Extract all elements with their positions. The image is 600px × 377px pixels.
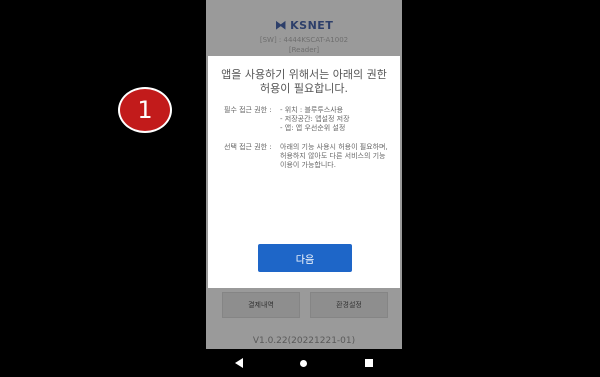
brand-logo-text: KSNET xyxy=(290,18,334,32)
reader-label: [Reader] xyxy=(288,46,320,54)
dialog-title: 앱을 사용하기 위해서는 아래의 권한 허용이 필요합니다. xyxy=(221,68,387,95)
back-icon[interactable] xyxy=(234,358,243,368)
required-permissions-list: - 위치 : 블루투스사용 - 저장공간: 앱설정 저장 - 앱: 앱 우선순위… xyxy=(280,106,390,133)
brand-header: ⧓ KSNET [SW] : 4444KSCAT-A1002 [Reader] xyxy=(206,14,402,54)
ksnet-logo-icon: ⧓ xyxy=(274,18,288,32)
step-number-badge: 1 xyxy=(118,87,172,133)
optional-permissions: 선택 접근 권한 : 아래의 기능 사용시 허용이 필요하며, 허용하지 않아도… xyxy=(208,143,400,170)
screen: ⧓ KSNET [SW] : 4444KSCAT-A1002 [Reader] … xyxy=(0,0,600,377)
app-version: V1.0.22(20221221-01) xyxy=(252,336,356,346)
permission-item-storage: - 저장공간: 앱설정 저장 xyxy=(280,115,350,123)
ksnet-logo: ⧓ KSNET xyxy=(275,18,334,32)
required-permissions: 필수 접근 권한 : - 위치 : 블루투스사용 - 저장공간: 앱설정 저장 … xyxy=(208,106,400,133)
recent-apps-icon[interactable] xyxy=(365,359,374,367)
settings-button[interactable]: 환경설정 xyxy=(310,292,388,318)
optional-permissions-heading: 선택 접근 권한 : xyxy=(224,143,272,151)
permission-item-app: - 앱: 앱 우선순위 설정 xyxy=(280,124,346,132)
home-icon[interactable] xyxy=(300,359,308,367)
permission-item-location: - 위치 : 블루투스사용 xyxy=(280,106,344,114)
software-version: [SW] : 4444KSCAT-A1002 xyxy=(259,36,349,44)
optional-permissions-text: 아래의 기능 사용시 허용이 필요하며, 허용하지 않아도 다른 서비스의 기능… xyxy=(280,143,388,169)
payment-history-button[interactable]: 결제내역 xyxy=(222,292,300,318)
required-permissions-heading: 필수 접근 권한 : xyxy=(224,106,272,114)
android-nav-bar xyxy=(206,349,402,377)
permission-dialog: 앱을 사용하기 위해서는 아래의 권한 허용이 필요합니다. 필수 접근 권한 … xyxy=(208,56,400,288)
next-button[interactable]: 다음 xyxy=(258,244,352,272)
optional-permissions-description: 아래의 기능 사용시 허용이 필요하며, 허용하지 않아도 다른 서비스의 기능… xyxy=(280,143,390,170)
